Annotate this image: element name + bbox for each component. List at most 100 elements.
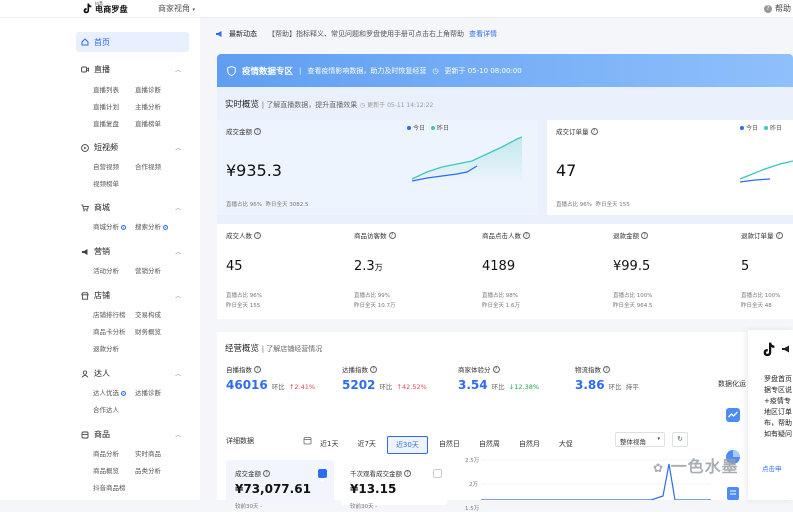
sidebar-item-product-analysis[interactable]: 商品分析 xyxy=(93,448,119,458)
section-title: 实时概览 xyxy=(225,100,260,110)
sidebar-item-video-ranking[interactable]: 视频榜单 xyxy=(93,178,119,188)
sidebar-item-douyin-product-ranking[interactable]: 抖音商品榜 xyxy=(93,482,126,492)
tab-natural-month[interactable]: 自然月 xyxy=(511,436,548,454)
tab-promotion[interactable]: 大促 xyxy=(551,436,581,454)
question-icon[interactable]: ? xyxy=(254,127,261,135)
legend-yesterday: 昨日 xyxy=(431,123,449,132)
cmp-label: 环比 xyxy=(379,383,393,391)
sidebar-item-anchor-analysis[interactable]: 主播分析 xyxy=(135,101,161,111)
promo-popup: 罗盘首页 据专区说 +疫情专 地区订单 布，帮助 如有疑问 点击申 xyxy=(748,330,793,500)
tab-30days[interactable]: 近30天 xyxy=(386,436,428,454)
document-icon[interactable] xyxy=(725,486,741,500)
checkbox-unchecked[interactable] xyxy=(433,469,442,478)
sidebar-item-realtime-product[interactable]: 实时商品 xyxy=(135,448,161,458)
sidebar-section-live[interactable]: 直播 ︿ xyxy=(81,64,181,75)
sidebar-item-finance-overview[interactable]: 财务概览 xyxy=(135,326,161,336)
kpi-label: 达播指数? xyxy=(342,364,377,374)
question-icon[interactable]: ? xyxy=(641,231,648,239)
sidebar-item-category-analysis[interactable]: 品类分析 xyxy=(135,465,161,475)
metric-label: 退款金额? xyxy=(613,230,648,240)
orders-trend-chart xyxy=(740,160,793,183)
sidebar-item-influencer-diagnosis[interactable]: 达播诊断 xyxy=(135,387,161,397)
checkbox-checked[interactable] xyxy=(318,469,327,483)
epidemic-banner[interactable]: 疫情数据专区 | 查看疫情影响数据，助力及时恢复经营 ◷ 更新于 05-10 0… xyxy=(217,54,793,87)
metric-visitors[interactable]: 商品访客数? 2.3万 直播占比 99% 昨日全天 10.7万 xyxy=(345,224,473,319)
megaphone-icon xyxy=(782,345,789,353)
sidebar-item-refund-analysis[interactable]: 退款分析 xyxy=(93,343,119,353)
notice-detail-link[interactable]: 查看详情 xyxy=(469,29,497,39)
role-switcher[interactable]: 商家视角 ▾ xyxy=(158,3,195,14)
play-circle-icon xyxy=(81,143,89,152)
metric-refund-orders[interactable]: 退款订单量? 5 直播占比 100% 昨日全天 48 xyxy=(729,224,793,319)
sidebar-item-home[interactable]: 首页 xyxy=(76,32,189,52)
mini-card-gmv[interactable]: 成交金额? ¥73,077.61 较前30天 - xyxy=(226,460,334,510)
yesterday: 昨日全天 964.5 xyxy=(613,303,653,309)
calendar-icon[interactable] xyxy=(303,436,312,445)
sidebar-item-store-ranking[interactable]: 店铺排行榜 xyxy=(93,309,126,319)
question-icon[interactable]: ? xyxy=(603,365,610,373)
tab-natural-week[interactable]: 自然周 xyxy=(471,436,508,454)
tab-7days[interactable]: 近7天 xyxy=(349,436,383,454)
orders-card[interactable]: 成交订单量? 47 直播占比 96% 昨日全天 155 今日 昨日 xyxy=(547,120,793,215)
sidebar-section-store[interactable]: 店铺 ︿ xyxy=(81,290,181,301)
legend-today: 今日 xyxy=(740,123,758,132)
sidebar-section-marketing[interactable]: 营销 ︿ xyxy=(81,246,181,257)
sidebar-section-influencer[interactable]: 达人 ︿ xyxy=(81,368,181,379)
ratio: 直播占比 96% xyxy=(226,202,262,208)
metric-sub: 直播占比 100% 昨日全天 48 xyxy=(741,291,780,311)
radio-icon xyxy=(121,390,126,396)
sidebar-section-product[interactable]: 商品 ︿ xyxy=(81,429,181,440)
sidebar-item-live-plan[interactable]: 直播计划 xyxy=(93,101,119,111)
metric-clicks[interactable]: 商品点击人数? 4189 直播占比 98% 昨日全天 1.6万 xyxy=(473,224,601,319)
question-icon[interactable]: ? xyxy=(523,231,530,239)
metric-sub: 直播占比 96% 昨日全天 155 xyxy=(226,291,262,311)
sidebar-item-own-video[interactable]: 自营视频 xyxy=(93,161,119,171)
question-icon[interactable]: ? xyxy=(775,231,783,239)
sidebar-item-product-card-analysis[interactable]: 商品卡分析 xyxy=(93,326,126,336)
metric-refund-amount[interactable]: 退款金额? ¥99.5 直播占比 100% 昨日全天 964.5 xyxy=(601,224,729,319)
help-button[interactable]: ? 帮助 xyxy=(764,3,791,14)
notification-icon xyxy=(216,31,222,37)
sidebar-item-trade-composition[interactable]: 交易构成 xyxy=(135,309,161,319)
gmv-card[interactable]: 成交金额? ¥935.3 直播占比 96% 昨日全天 3082.5 今日 昨日 xyxy=(217,120,538,215)
mini-card-gpm[interactable]: 千次观看成交金额? ¥13.15 较前30天 - xyxy=(341,460,447,510)
video-camera-icon xyxy=(81,66,89,73)
sidebar-item-coop-video[interactable]: 合作视频 xyxy=(135,161,161,171)
question-icon[interactable]: ? xyxy=(590,127,598,135)
change-value: 2.41% xyxy=(294,383,316,391)
question-icon[interactable]: ? xyxy=(254,231,261,239)
sidebar-item-marketing-analysis[interactable]: 营销分析 xyxy=(135,265,161,275)
sidebar-item-live-review[interactable]: 直播复盘 xyxy=(93,118,119,128)
view-select[interactable]: 整体视角 ▾ xyxy=(615,432,665,447)
question-icon[interactable]: ? xyxy=(492,365,500,373)
sidebar-item-live-ranking[interactable]: 直播榜单 xyxy=(135,118,161,128)
sidebar-item-mall-analysis[interactable]: 商城分析 xyxy=(93,221,126,231)
sidebar-item-coop-influencer[interactable]: 合作达人 xyxy=(93,404,119,414)
mini-label: 成交金额? xyxy=(235,468,270,478)
item-label: 搜索分析 xyxy=(135,223,161,231)
sidebar-item-live-list[interactable]: 直播列表 xyxy=(93,84,119,94)
question-icon[interactable]: ? xyxy=(404,469,411,477)
sidebar-item-product-overview[interactable]: 商品概览 xyxy=(93,465,119,475)
tab-natural-day[interactable]: 自然日 xyxy=(431,436,468,454)
sidebar-item-search-analysis[interactable]: 搜索分析 xyxy=(135,221,168,231)
popup-apply-link[interactable]: 点击申 xyxy=(762,463,782,473)
question-icon[interactable]: ? xyxy=(370,365,377,373)
refresh-button[interactable]: ↻ xyxy=(672,432,688,447)
question-icon[interactable]: ? xyxy=(388,231,396,239)
trend-chart-icon[interactable] xyxy=(725,407,741,423)
app-logo[interactable]: 抖音 电商罗盘 xyxy=(83,0,128,16)
chevron-up-icon: ︿ xyxy=(174,293,181,300)
sidebar-item-influencer-select[interactable]: 达人优选 xyxy=(93,387,126,397)
question-icon[interactable]: ? xyxy=(254,365,261,373)
tab-1day[interactable]: 近1天 xyxy=(312,436,346,454)
sidebar-item-activity-analysis[interactable]: 活动分析 xyxy=(93,265,119,275)
mini-compare: 较前30天 - xyxy=(235,504,263,510)
question-icon[interactable]: ? xyxy=(263,469,270,477)
home-icon xyxy=(81,38,89,46)
sidebar-section-mall[interactable]: 商城 ︿ xyxy=(81,202,181,213)
metric-buyers[interactable]: 成交人数? 45 直播占比 96% 昨日全天 155 xyxy=(217,224,345,319)
sidebar-item-live-diagnosis[interactable]: 直播诊断 xyxy=(135,84,161,94)
section-label: 直播 xyxy=(94,65,110,74)
sidebar-section-short-video[interactable]: 短视频 ︿ xyxy=(81,142,181,153)
